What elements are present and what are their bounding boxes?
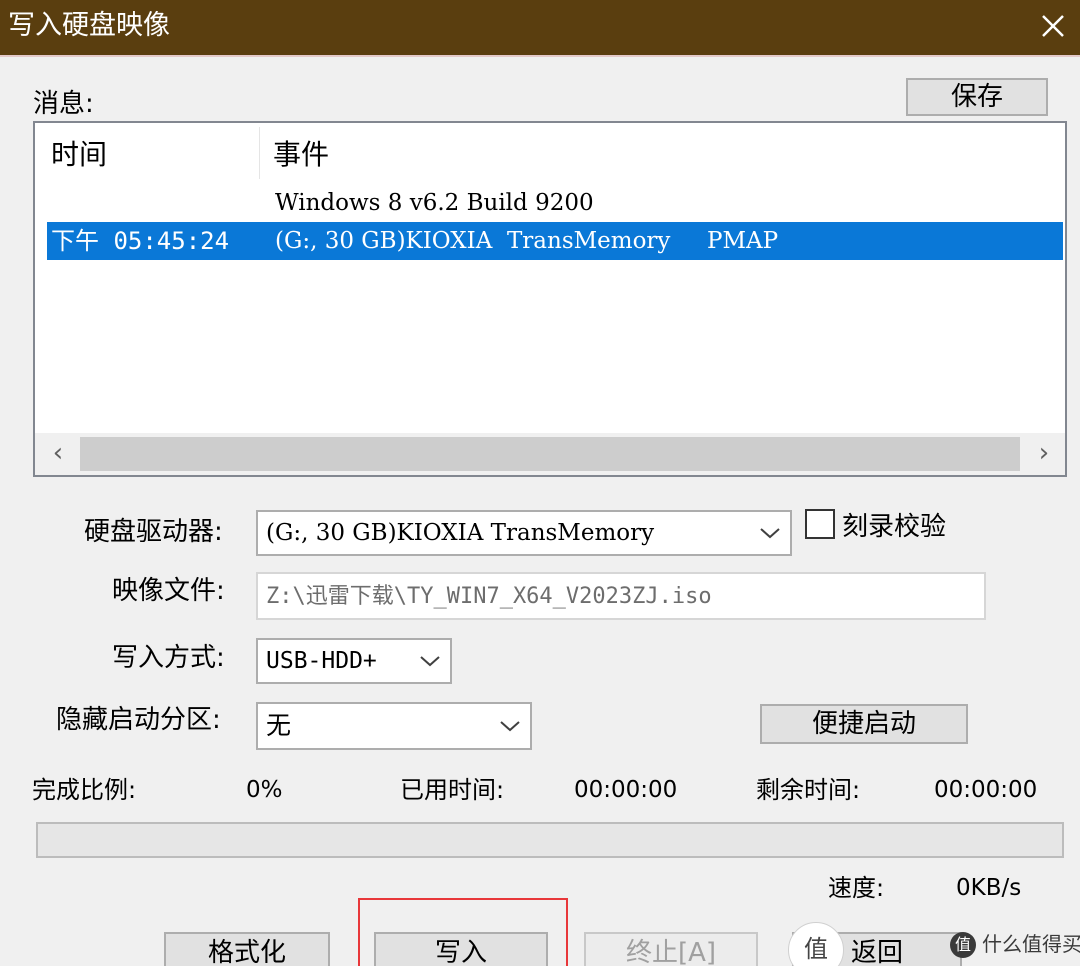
image-file-label: 映像文件: bbox=[112, 576, 225, 606]
remaining-label: 剩余时间: bbox=[756, 776, 861, 804]
watermark: 值 值 什么值得买 bbox=[788, 922, 1080, 966]
hidden-partition-select[interactable]: 无 bbox=[256, 702, 532, 750]
speed-value: 0KB/s bbox=[956, 875, 1022, 901]
drive-select[interactable]: (G:, 30 GB)KIOXIA TransMemory bbox=[256, 510, 792, 556]
title-bar: 写入硬盘映像 bbox=[0, 0, 1080, 55]
drive-select-value: (G:, 30 GB)KIOXIA TransMemory bbox=[266, 520, 655, 546]
write-mode-select[interactable]: USB-HDD+ bbox=[256, 638, 452, 684]
list-item-event: Windows 8 v6.2 Build 9200 bbox=[275, 190, 594, 216]
verify-checkbox[interactable] bbox=[805, 509, 835, 539]
drive-label: 硬盘驱动器: bbox=[84, 517, 223, 547]
chevron-down-icon bbox=[760, 528, 780, 539]
messages-label: 消息: bbox=[33, 89, 94, 119]
stop-button[interactable]: 终止[A] bbox=[584, 932, 758, 966]
hidden-partition-label: 隐藏启动分区: bbox=[56, 705, 221, 735]
list-item-selected[interactable]: 下午 05:45:24 (G:, 30 GB)KIOXIA TransMemor… bbox=[47, 222, 1063, 260]
image-file-value: Z:\迅雷下载\TY_WIN7_X64_V2023ZJ.iso bbox=[266, 584, 712, 609]
chevron-down-icon bbox=[500, 721, 520, 732]
title-bar-divider bbox=[0, 55, 1080, 57]
message-list[interactable]: 时间 事件 Windows 8 v6.2 Build 9200 下午 05:45… bbox=[33, 121, 1067, 477]
percent-label: 完成比例: bbox=[32, 776, 137, 804]
window-title: 写入硬盘映像 bbox=[8, 10, 170, 41]
column-header-time[interactable]: 时间 bbox=[51, 137, 107, 173]
chevron-right-icon[interactable]: › bbox=[1023, 433, 1065, 475]
quick-boot-button[interactable]: 便捷启动 bbox=[760, 704, 968, 744]
close-icon bbox=[1042, 15, 1064, 37]
column-header-event[interactable]: 事件 bbox=[273, 137, 329, 173]
format-button[interactable]: 格式化 bbox=[164, 932, 330, 966]
elapsed-label: 已用时间: bbox=[400, 776, 505, 804]
list-item-time: 下午 05:45:24 bbox=[51, 227, 230, 255]
scrollbar-thumb[interactable] bbox=[80, 437, 1020, 471]
close-button[interactable] bbox=[1030, 4, 1076, 48]
write-mode-value: USB-HDD+ bbox=[266, 648, 377, 674]
list-item-event: (G:, 30 GB)KIOXIA TransMemory PMAP bbox=[275, 228, 779, 254]
watermark-logo: 值 bbox=[950, 932, 976, 958]
chevron-left-icon[interactable]: ‹ bbox=[37, 433, 79, 475]
elapsed-value: 00:00:00 bbox=[574, 777, 678, 803]
watermark-text: 什么值得买 bbox=[982, 932, 1080, 956]
list-item[interactable]: Windows 8 v6.2 Build 9200 bbox=[47, 184, 1063, 222]
horizontal-scrollbar[interactable]: ‹ › bbox=[35, 433, 1065, 475]
column-divider[interactable] bbox=[259, 127, 260, 179]
verify-checkbox-label[interactable]: 刻录校验 bbox=[842, 511, 946, 543]
hidden-partition-value: 无 bbox=[266, 711, 292, 740]
image-file-field[interactable]: Z:\迅雷下载\TY_WIN7_X64_V2023ZJ.iso bbox=[256, 572, 986, 620]
write-button[interactable]: 写入 bbox=[374, 932, 548, 966]
speed-label: 速度: bbox=[828, 874, 885, 902]
watermark-badge: 值 bbox=[788, 922, 844, 966]
save-button[interactable]: 保存 bbox=[906, 78, 1048, 116]
progress-bar bbox=[36, 822, 1064, 858]
percent-value: 0% bbox=[246, 777, 283, 803]
chevron-down-icon bbox=[420, 656, 440, 667]
write-mode-label: 写入方式: bbox=[112, 643, 225, 673]
remaining-value: 00:00:00 bbox=[934, 777, 1038, 803]
